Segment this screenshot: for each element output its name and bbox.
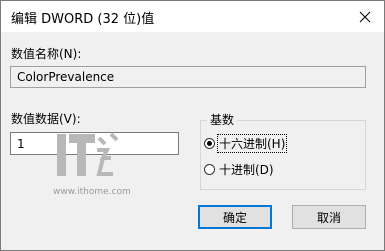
cancel-button-label: 取消 (316, 210, 341, 225)
value-name-field[interactable]: ColorPrevalence (10, 66, 366, 88)
radio-decimal[interactable]: 十进制(D) (204, 161, 275, 178)
close-button[interactable] (346, 1, 384, 32)
radio-hex-label: 十六进制(H) (216, 134, 288, 153)
cancel-button[interactable]: 取消 (292, 205, 366, 229)
ok-button-label: 确定 (222, 210, 247, 225)
ok-button[interactable]: 确定 (198, 205, 272, 229)
title-bar[interactable]: 编辑 DWORD (32 位)值 (1, 1, 384, 32)
base-group-title: 基数 (207, 111, 238, 128)
radio-hex[interactable]: 十六进制(H) (204, 134, 288, 153)
value-name-label: 数值名称(N): (11, 47, 82, 61)
radio-hex-circle (204, 138, 215, 149)
edit-dword-dialog: 编辑 DWORD (32 位)值 数值名称(N): ColorPrevalenc… (0, 0, 385, 251)
radio-decimal-label: 十进制(D) (219, 163, 274, 177)
value-data-text: 1 (17, 136, 25, 151)
base-groupbox (200, 120, 366, 190)
radio-decimal-circle (204, 164, 215, 175)
watermark-url: www.ithome.com (53, 187, 131, 197)
ithome-logo (57, 132, 119, 176)
radio-selected-dot (207, 141, 212, 146)
close-icon (359, 11, 371, 22)
dialog-title: 编辑 DWORD (32 位)值 (11, 12, 155, 27)
value-name-text: ColorPrevalence (17, 70, 115, 84)
